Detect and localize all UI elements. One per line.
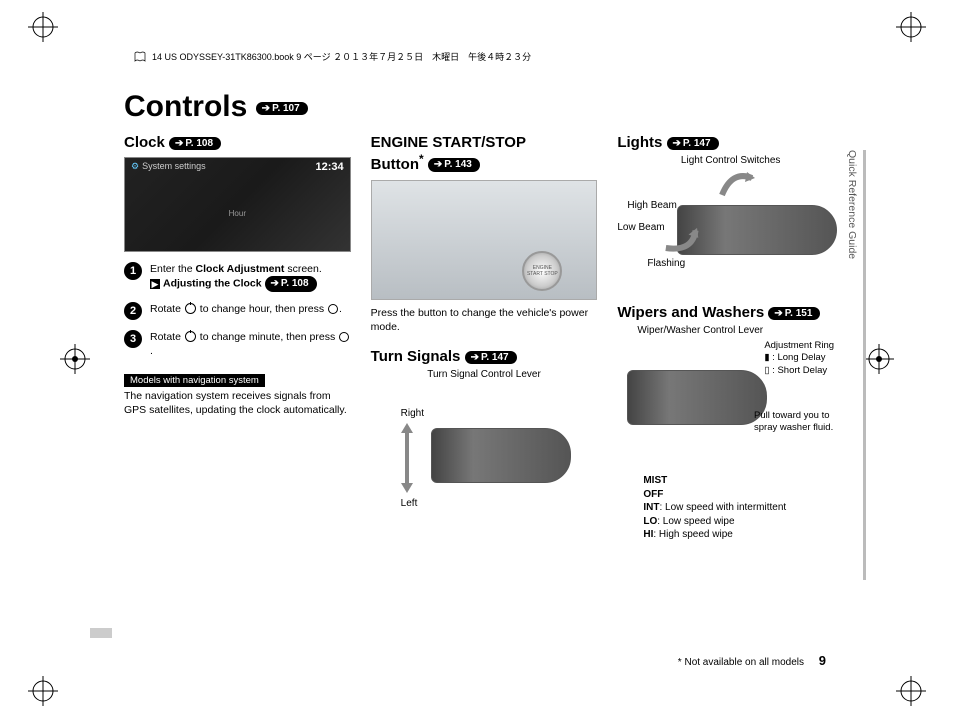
arrow-right-icon: ➔ (434, 159, 442, 171)
page-reference-badge: ➔P. 107 (256, 102, 308, 115)
column-clock: Clock ➔P. 108 ⚙System settings 12:34 Hou… (124, 130, 351, 542)
arrow-right-icon: ➔ (673, 138, 681, 149)
low-beam-label: Low Beam (617, 222, 664, 233)
arrow-right-icon: ➔ (471, 352, 479, 363)
step-number-icon: 3 (124, 330, 142, 348)
crop-mark-icon (896, 676, 926, 706)
step-1: 1 Enter the Clock Adjustment screen. ▶Ad… (124, 262, 351, 292)
model-badge: Models with navigation system (124, 374, 265, 387)
page-title-text: Controls (124, 90, 247, 123)
arrow-right-icon: ➔ (262, 103, 270, 114)
off-label: OFF (643, 489, 663, 500)
step-1-text: Enter the Clock Adjustment screen. ▶Adju… (150, 262, 322, 292)
hi-label: HI (643, 529, 653, 540)
wiper-settings-list: MIST OFF INT: Low speed with intermitten… (643, 474, 844, 542)
screen-time: 12:34 (316, 161, 344, 173)
arrow-right-icon: ➔ (271, 277, 279, 291)
page-reference-badge: ➔P. 147 (465, 351, 517, 364)
clock-screen-image: ⚙System settings 12:34 Hour (124, 157, 351, 252)
clock-note-text: The navigation system receives signals f… (124, 389, 351, 417)
step-number-icon: 2 (124, 302, 142, 320)
arrow-right-icon: ➔ (175, 138, 183, 149)
gear-icon: ⚙ (131, 161, 139, 171)
turn-right-label: Right (401, 408, 424, 419)
footer: * Not available on all models 9 (126, 653, 826, 668)
turn-signal-diagram: Right Left (371, 388, 598, 528)
mist-label: MIST (643, 475, 667, 486)
pull-spray-label: Pull toward you to spray washer fluid. (754, 410, 834, 435)
step-3-text: Rotate to change minute, then press . (150, 330, 351, 358)
step-2-text: Rotate to change hour, then press . (150, 302, 342, 316)
crop-mark-icon (28, 12, 58, 42)
light-switches-label: Light Control Switches (617, 155, 844, 166)
rotate-dial-icon (185, 303, 196, 314)
wipers-diagram: Adjustment Ring ▮ : Long Delay ▯ : Short… (617, 340, 844, 470)
crop-mark-icon (28, 676, 58, 706)
engine-desc-text: Press the button to change the vehicle's… (371, 306, 598, 334)
lo-label: LO (643, 516, 657, 527)
asterisk-footnote-marker: * (419, 152, 424, 166)
turn-left-label: Left (401, 498, 418, 509)
up-down-arrow-icon (399, 423, 415, 493)
page-number: 9 (819, 653, 826, 668)
column-lights-wipers: Lights ➔P. 147 Light Control Switches Hi… (617, 130, 844, 542)
adjustment-ring-labels: Adjustment Ring ▮ : Long Delay ▯ : Short… (764, 340, 834, 377)
press-button-icon (328, 304, 338, 314)
turn-lever-label: Turn Signal Control Lever (371, 369, 598, 380)
step-3: 3 Rotate to change minute, then press . (124, 330, 351, 358)
lights-heading: Lights ➔P. 147 (617, 134, 844, 151)
int-label: INT (643, 502, 659, 513)
side-section-label: Quick Reference Guide (846, 150, 858, 259)
wipers-heading: Wipers and Washers ➔P. 151 (617, 304, 844, 321)
crop-mark-icon (896, 12, 926, 42)
press-button-icon (339, 332, 349, 342)
lights-diagram: High Beam Low Beam Flashing (617, 170, 844, 300)
screen-hour-label: Hour (229, 209, 246, 218)
screen-settings-label: ⚙System settings (131, 161, 206, 173)
arrow-right-icon: ➔ (774, 308, 782, 319)
page-title: Controls ➔P. 107 (124, 90, 844, 124)
page-reference-badge: ➔P. 108 (265, 276, 317, 292)
high-beam-label: High Beam (627, 200, 676, 211)
engine-start-stop-button-icon: ENGINE START STOP (522, 251, 562, 291)
column-engine-turn: ENGINE START/STOP Button* ➔P. 143 ENGINE… (371, 130, 598, 542)
curved-arrow-icon (717, 170, 757, 200)
rotate-dial-icon (185, 331, 196, 342)
footnote-text: * Not available on all models (678, 657, 804, 668)
control-lever-image (627, 370, 767, 425)
alignment-mark-icon (60, 344, 90, 374)
page-reference-badge: ➔P. 108 (169, 137, 221, 150)
step-2: 2 Rotate to change hour, then press . (124, 302, 351, 320)
engine-button-image: ENGINE START STOP (371, 180, 598, 300)
header-metadata: 14 US ODYSSEY-31TK86300.book 9 ページ ２０１３年… (134, 50, 531, 63)
alignment-mark-icon (864, 344, 894, 374)
gray-accent-bar (90, 628, 112, 638)
step-number-icon: 1 (124, 262, 142, 280)
header-metadata-text: 14 US ODYSSEY-31TK86300.book 9 ページ ２０１３年… (152, 50, 531, 63)
control-lever-image (431, 428, 571, 483)
clock-heading: Clock ➔P. 108 (124, 134, 351, 151)
engine-heading: ENGINE START/STOP Button* ➔P. 143 (371, 134, 598, 174)
book-icon (134, 51, 146, 63)
turn-signals-heading: Turn Signals ➔P. 147 (371, 348, 598, 365)
page-reference-badge: ➔P. 151 (768, 307, 820, 320)
link-arrow-icon: ▶ (150, 279, 160, 289)
page-reference-badge: ➔P. 143 (428, 158, 480, 172)
page-reference-badge: ➔P. 147 (667, 137, 719, 150)
wiper-lever-label: Wiper/Washer Control Lever (637, 325, 844, 336)
side-accent-bar (863, 150, 866, 580)
